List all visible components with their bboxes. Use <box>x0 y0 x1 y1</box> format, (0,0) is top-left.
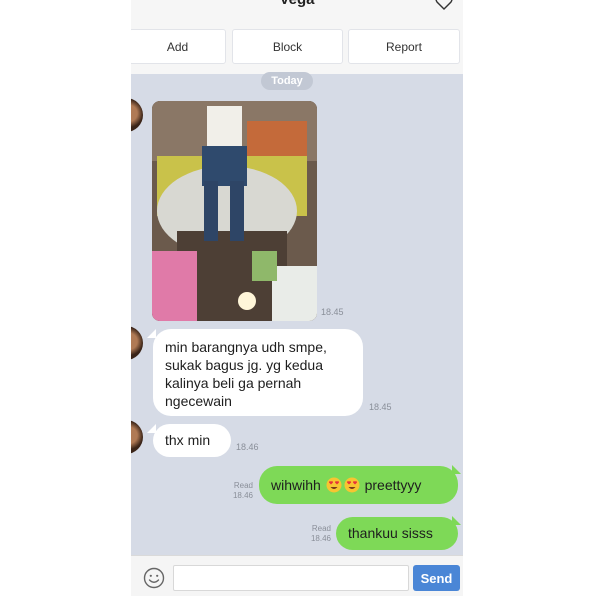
action-bar: Add Block Report <box>131 20 463 74</box>
block-button[interactable]: Block <box>232 29 343 64</box>
date-separator: Today <box>261 72 313 90</box>
report-button[interactable]: Report <box>348 29 460 64</box>
read-label: Read <box>311 524 331 533</box>
avatar[interactable] <box>131 98 143 132</box>
avatar[interactable] <box>131 420 143 454</box>
composer-bar: Send <box>131 555 463 596</box>
message-text: thx min <box>165 432 211 448</box>
header-bar: Vega <box>131 0 463 21</box>
message-time: 18.46 <box>310 534 331 543</box>
send-button[interactable]: Send <box>413 565 460 591</box>
heart-eyes-emoji <box>326 477 342 493</box>
message-time: 18.45 <box>321 307 344 317</box>
outgoing-message[interactable]: wihwihh preettyyy <box>259 466 458 504</box>
photo-message[interactable] <box>152 101 317 321</box>
message-text: wihwihh <box>271 477 321 493</box>
incoming-message[interactable]: thx min <box>153 424 231 457</box>
message-time: 18.46 <box>236 442 259 452</box>
heart-outline-icon[interactable] <box>435 0 453 10</box>
chat-screen: Vega Add Block Report Today 18.4 <box>131 0 463 596</box>
message-time: 18.46 <box>232 491 253 500</box>
message-time: 18.45 <box>369 402 392 412</box>
read-receipt: Read 18.46 <box>219 481 253 501</box>
read-label: Read <box>233 481 253 490</box>
read-receipt: Read 18.46 <box>297 524 331 544</box>
message-line: ngecewain <box>165 393 232 409</box>
message-line: min barangnya udh smpe, <box>165 339 327 355</box>
smiley-icon[interactable] <box>143 567 165 589</box>
contact-name[interactable]: Vega <box>131 0 463 8</box>
message-input[interactable] <box>173 565 409 591</box>
avatar[interactable] <box>131 326 143 360</box>
message-text: thankuu sisss <box>348 525 433 541</box>
photo-image <box>152 101 317 321</box>
add-button[interactable]: Add <box>131 29 226 64</box>
heart-eyes-emoji <box>344 477 360 493</box>
message-line: kalinya beli ga pernah <box>165 375 302 391</box>
incoming-message[interactable]: min barangnya udh smpe, sukak bagus jg. … <box>153 329 363 416</box>
message-line: sukak bagus jg. yg kedua <box>165 357 323 373</box>
outgoing-message[interactable]: thankuu sisss <box>336 517 458 550</box>
message-text: preettyyy <box>364 477 422 493</box>
